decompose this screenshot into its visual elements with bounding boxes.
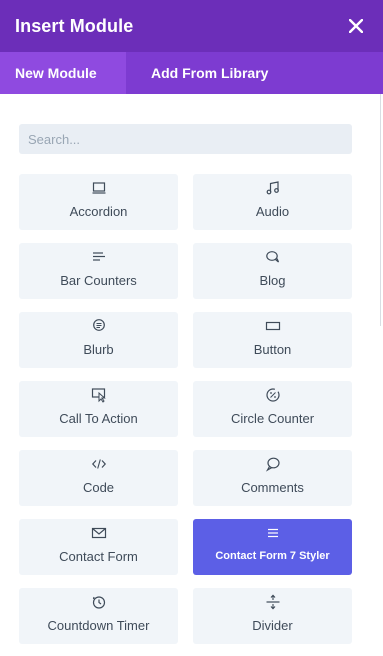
module-audio[interactable]: Audio	[193, 174, 352, 230]
module-label: Button	[253, 342, 292, 357]
tab-add-from-library[interactable]: Add From Library	[126, 52, 268, 94]
module-label: Call To Action	[59, 411, 138, 426]
tab-bar: New Module Add From Library	[0, 52, 383, 94]
module-label: Comments	[241, 480, 304, 495]
module-blog[interactable]: Blog	[193, 243, 352, 299]
module-blurb[interactable]: Blurb	[19, 312, 178, 368]
comment-icon	[265, 456, 281, 472]
bar-counters-icon	[91, 249, 107, 265]
clock-icon	[91, 594, 107, 610]
module-label: Countdown Timer	[47, 618, 150, 633]
search-input[interactable]	[19, 124, 352, 154]
module-comments[interactable]: Comments	[193, 450, 352, 506]
modal-header: Insert Module	[0, 0, 383, 52]
module-divider[interactable]: Divider	[193, 588, 352, 644]
module-countdown-timer[interactable]: Countdown Timer	[19, 588, 178, 644]
module-grid: Accordion Audio Bar Counters Blog Blurb …	[19, 174, 352, 644]
menu-lines-icon	[265, 525, 281, 541]
chat-bubbles-icon	[265, 249, 281, 265]
modal-title: Insert Module	[15, 15, 134, 36]
module-call-to-action[interactable]: Call To Action	[19, 381, 178, 437]
module-accordion[interactable]: Accordion	[19, 174, 178, 230]
module-button[interactable]: Button	[193, 312, 352, 368]
module-contact-form-7-styler[interactable]: Contact Form 7 Styler	[193, 519, 352, 575]
cursor-click-icon	[91, 387, 107, 403]
module-circle-counter[interactable]: Circle Counter	[193, 381, 352, 437]
module-label: Blurb	[83, 342, 114, 357]
module-label: Audio	[255, 204, 290, 219]
music-note-icon	[265, 180, 281, 196]
envelope-icon	[91, 525, 107, 541]
module-label: Accordion	[69, 204, 128, 219]
tab-new-module[interactable]: New Module	[0, 52, 126, 94]
module-label: Bar Counters	[60, 273, 137, 288]
module-contact-form[interactable]: Contact Form	[19, 519, 178, 575]
module-label: Contact Form 7 Styler	[215, 550, 330, 562]
close-icon[interactable]	[345, 15, 367, 37]
button-icon	[265, 318, 281, 334]
module-label: Code	[82, 480, 115, 495]
percent-circle-icon	[265, 387, 281, 403]
module-code[interactable]: Code	[19, 450, 178, 506]
blurb-icon	[91, 318, 107, 334]
divider-icon	[265, 594, 281, 610]
module-label: Circle Counter	[230, 411, 315, 426]
module-label: Divider	[252, 618, 293, 633]
accordion-icon	[91, 180, 107, 196]
code-icon	[91, 456, 107, 472]
module-label: Blog	[259, 273, 286, 288]
module-label: Contact Form	[59, 549, 138, 564]
module-bar-counters[interactable]: Bar Counters	[19, 243, 178, 299]
